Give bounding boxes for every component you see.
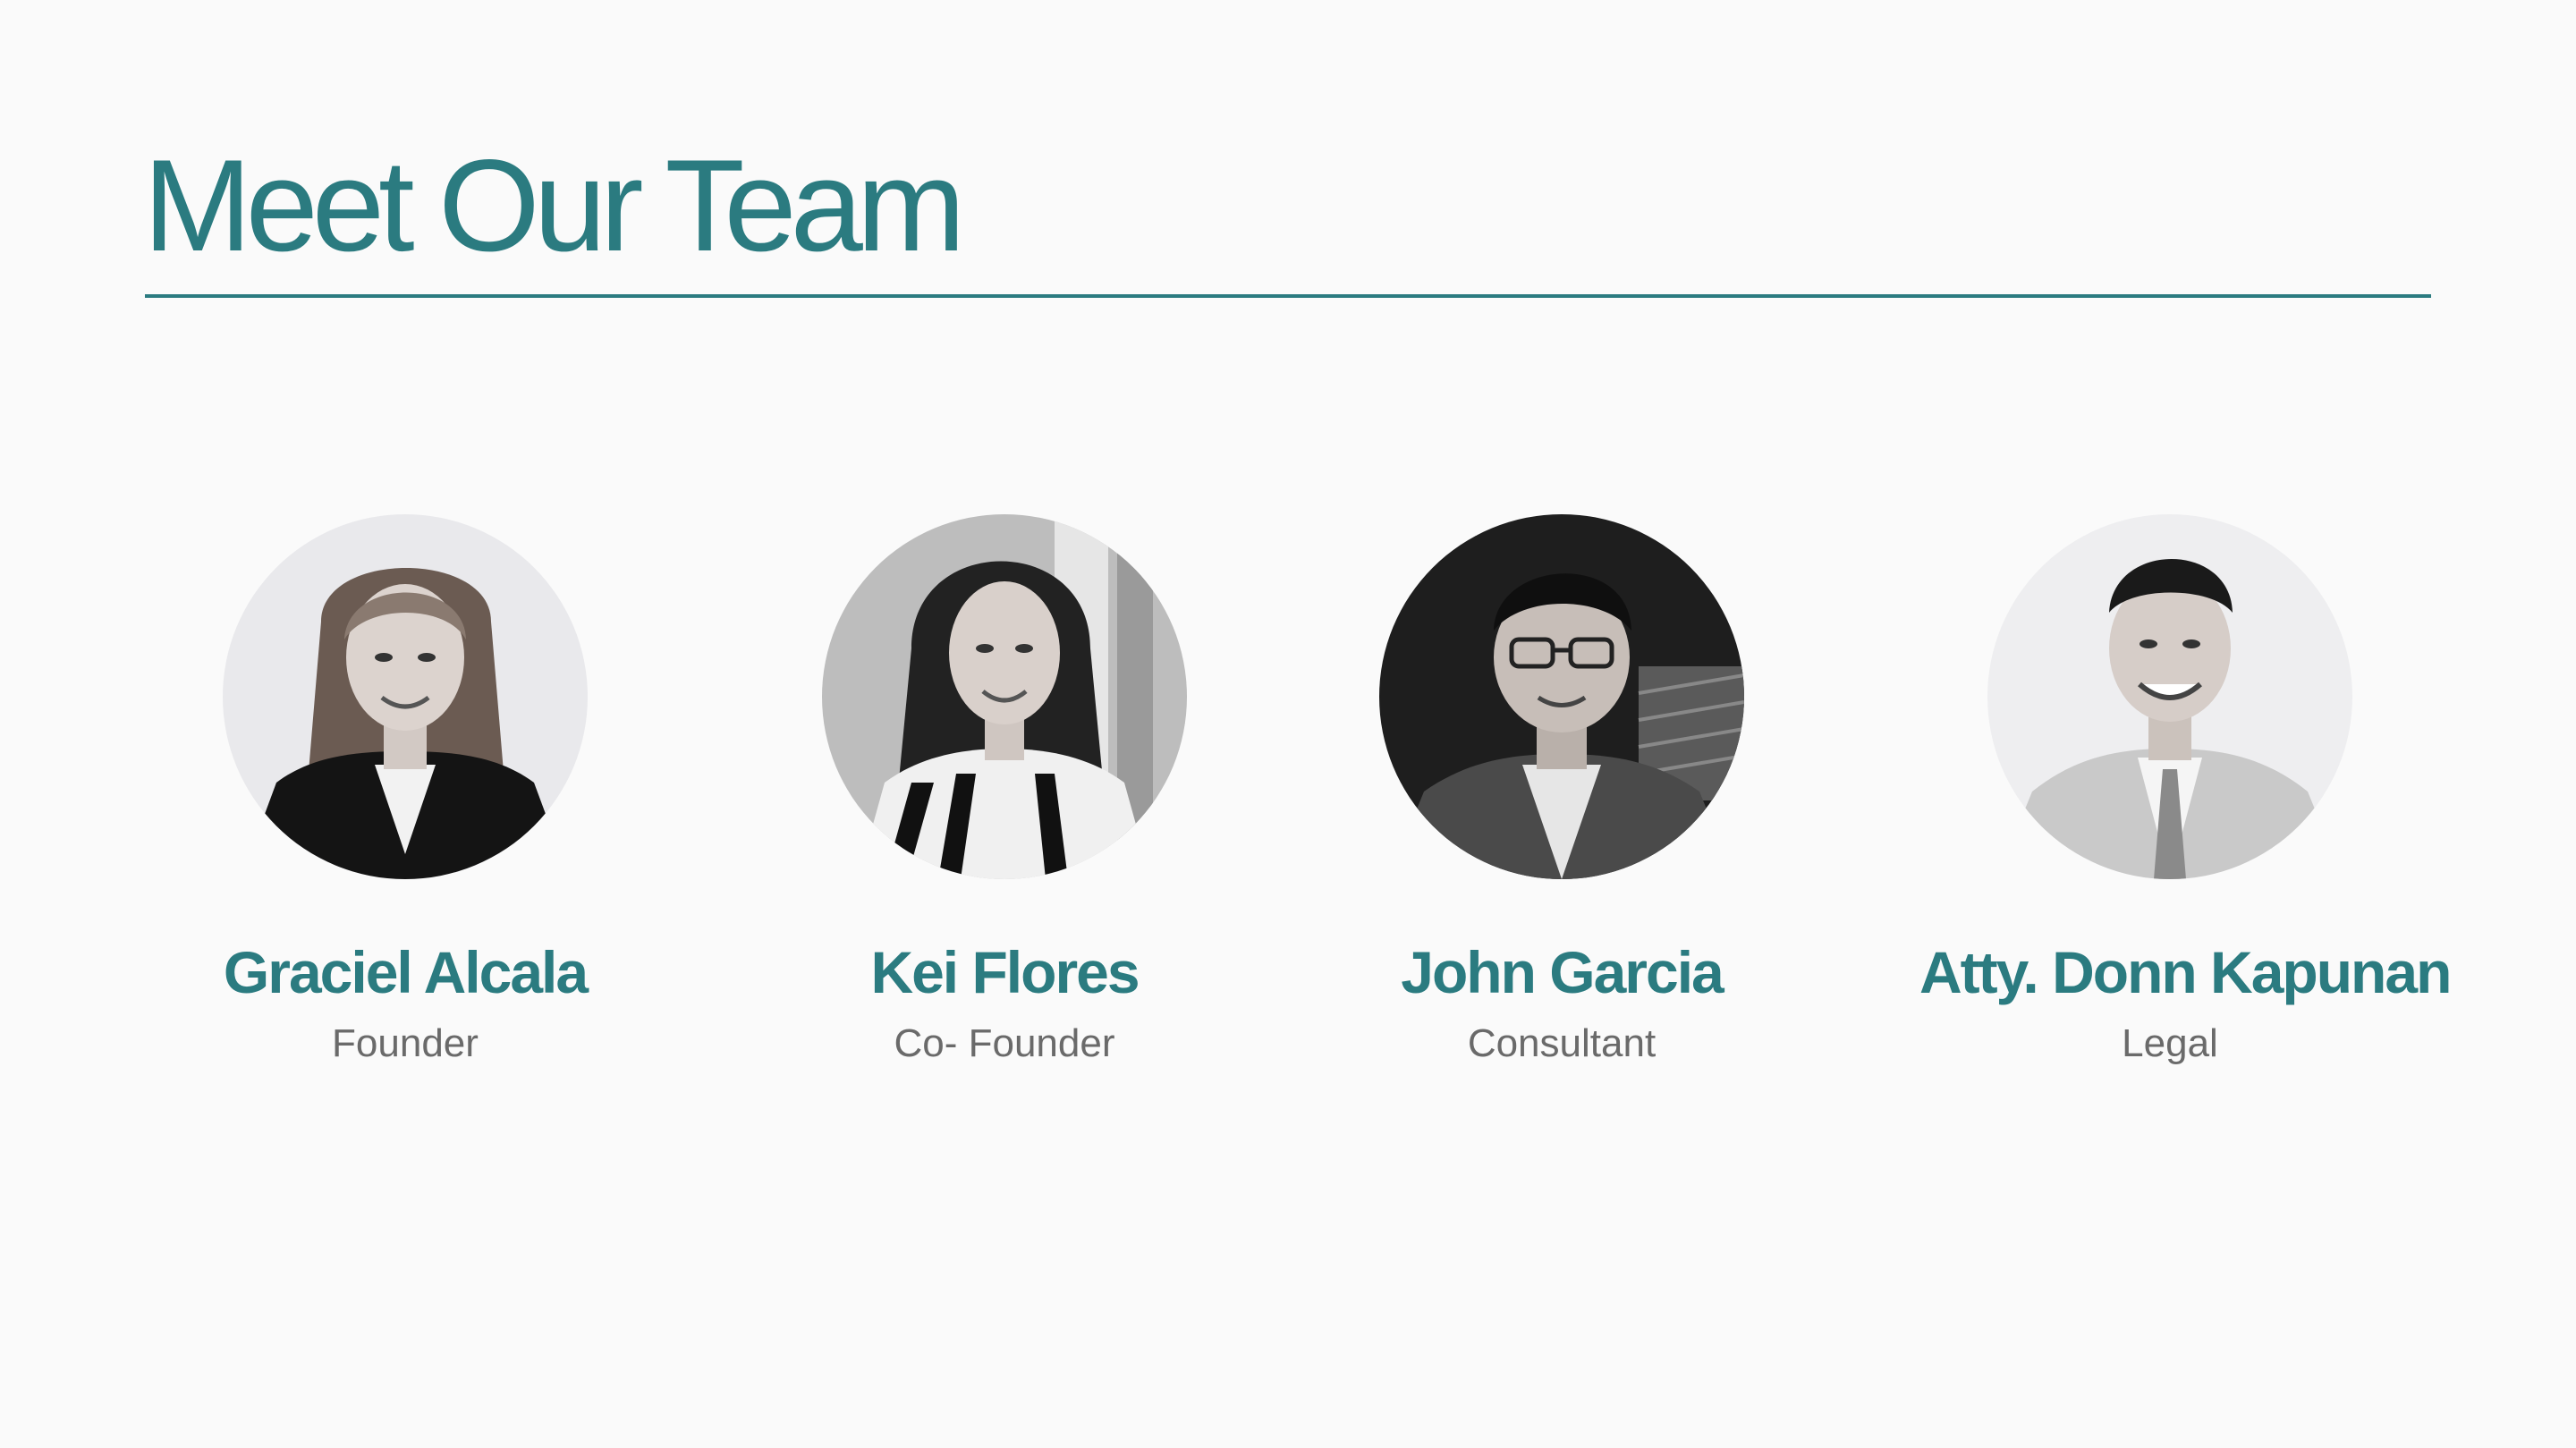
team-member-card: John Garcia Consultant	[1311, 514, 1812, 1069]
portrait-man-glasses	[1379, 514, 1744, 879]
member-photo	[223, 514, 588, 879]
portrait-man-suit	[1987, 514, 2352, 879]
member-role: Founder	[332, 1021, 479, 1065]
member-photo	[1987, 514, 2352, 879]
member-role: Legal	[2122, 1021, 2218, 1065]
member-role: Consultant	[1467, 1021, 1657, 1065]
team-member-card: Graciel Alcala Founder	[155, 514, 656, 1069]
portrait-woman-blazer	[223, 514, 588, 879]
member-name: Kei Flores	[870, 939, 1140, 1005]
member-role: Co- Founder	[894, 1021, 1115, 1065]
member-photo	[1379, 514, 1744, 879]
member-name: Graciel Alcala	[223, 939, 589, 1005]
slide: Meet Our Team Graciel Alcala Founder Kei…	[0, 0, 2576, 1448]
team-member-card: Kei Flores Co- Founder	[754, 514, 1255, 1069]
member-photo	[822, 514, 1187, 879]
team-section: Graciel Alcala Founder Kei Flores Co- Fo…	[0, 0, 2576, 1448]
member-name: Atty. Donn Kapunan	[1919, 939, 2452, 1005]
portrait-woman-striped-top	[822, 514, 1187, 879]
member-name: John Garcia	[1401, 939, 1724, 1005]
team-member-card: Atty. Donn Kapunan Legal	[1919, 514, 2452, 1069]
